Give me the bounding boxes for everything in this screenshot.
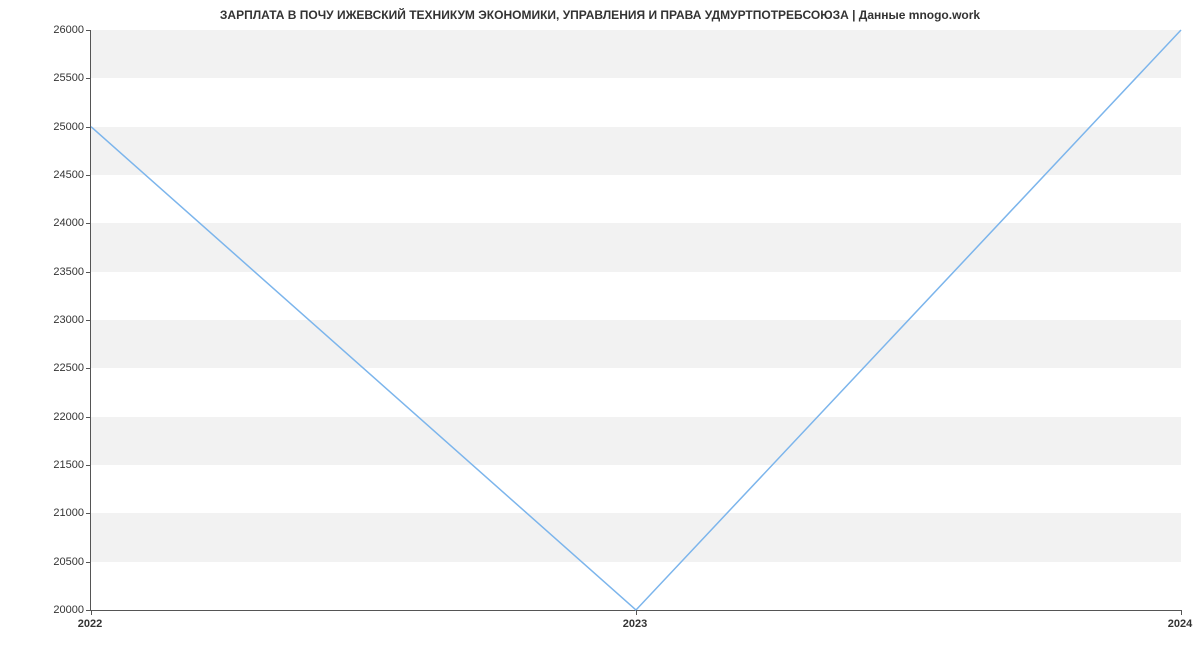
- y-tick-label: 23000: [4, 314, 84, 326]
- plot-area: [90, 30, 1181, 611]
- x-tick-mark: [636, 610, 637, 615]
- y-tick-label: 23500: [4, 266, 84, 278]
- y-tick-label: 20000: [4, 604, 84, 616]
- series-line: [91, 30, 1181, 610]
- y-tick-mark: [86, 30, 91, 31]
- y-tick-label: 21000: [4, 507, 84, 519]
- chart-title: ЗАРПЛАТА В ПОЧУ ИЖЕВСКИЙ ТЕХНИКУМ ЭКОНОМ…: [0, 8, 1200, 22]
- x-tick-label: 2024: [1168, 618, 1192, 630]
- y-tick-label: 24000: [4, 217, 84, 229]
- y-tick-mark: [86, 417, 91, 418]
- y-tick-label: 22500: [4, 362, 84, 374]
- y-tick-label: 21500: [4, 459, 84, 471]
- y-tick-mark: [86, 465, 91, 466]
- y-tick-label: 25000: [4, 121, 84, 133]
- x-tick-mark: [1181, 610, 1182, 615]
- y-tick-mark: [86, 562, 91, 563]
- y-tick-label: 22000: [4, 411, 84, 423]
- x-tick-mark: [91, 610, 92, 615]
- y-tick-label: 20500: [4, 556, 84, 568]
- y-tick-label: 25500: [4, 72, 84, 84]
- y-tick-mark: [86, 368, 91, 369]
- y-tick-mark: [86, 175, 91, 176]
- y-tick-mark: [86, 320, 91, 321]
- y-tick-mark: [86, 223, 91, 224]
- x-tick-label: 2023: [623, 618, 647, 630]
- y-tick-label: 26000: [4, 24, 84, 36]
- y-tick-mark: [86, 272, 91, 273]
- chart-container: ЗАРПЛАТА В ПОЧУ ИЖЕВСКИЙ ТЕХНИКУМ ЭКОНОМ…: [0, 0, 1200, 650]
- y-tick-mark: [86, 127, 91, 128]
- x-tick-label: 2022: [78, 618, 102, 630]
- line-layer: [91, 30, 1181, 610]
- y-tick-label: 24500: [4, 169, 84, 181]
- y-tick-mark: [86, 513, 91, 514]
- y-tick-mark: [86, 78, 91, 79]
